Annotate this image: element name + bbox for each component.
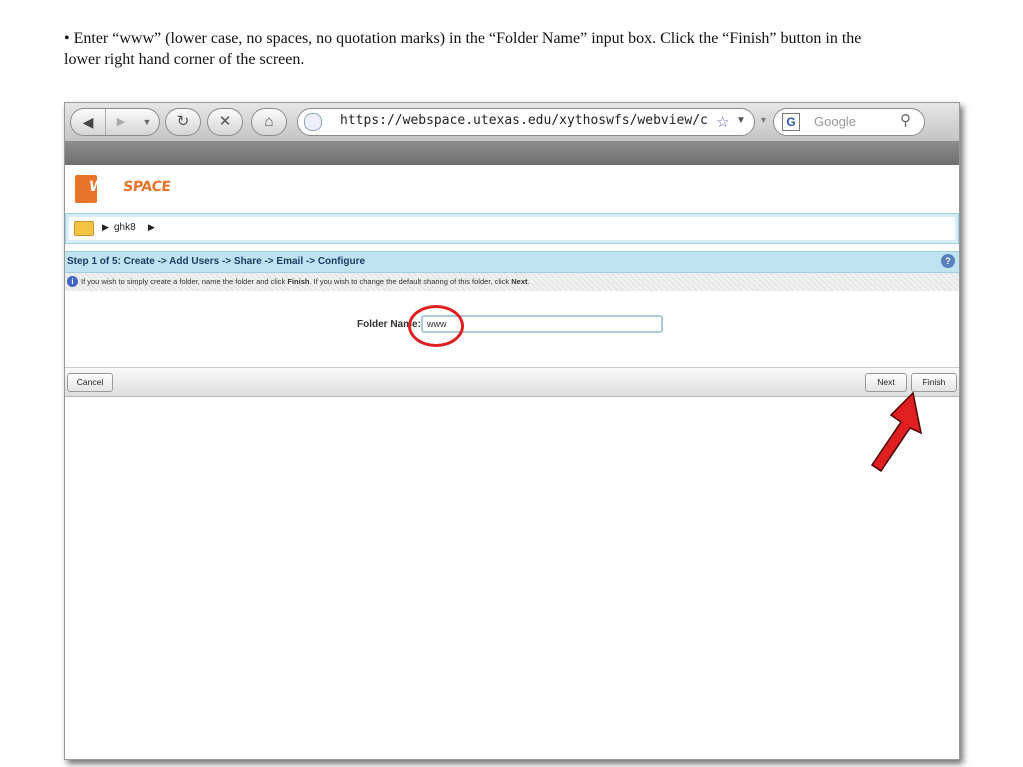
wizard-step-bar: Step 1 of 5: Create -> Add Users -> Shar…: [65, 251, 959, 273]
wizard-button-bar: Cancel Next Finish: [65, 367, 959, 397]
home-button[interactable]: ⌂: [251, 108, 287, 136]
folder-icon[interactable]: [74, 221, 94, 236]
browser-toolbar: ◀ ▶ ▼ ↻ ✕ ⌂ https://webspace.utexas.edu/…: [65, 103, 959, 142]
reload-button[interactable]: ↻: [165, 108, 201, 136]
finish-button[interactable]: Finish: [911, 373, 957, 392]
feed-dropdown-icon[interactable]: ▾: [761, 115, 766, 126]
back-button[interactable]: ◀: [71, 109, 106, 135]
info-bar: i If you wish to simply create a folder,…: [65, 273, 959, 291]
bookmark-star-icon[interactable]: ☆: [716, 113, 729, 131]
back-arrow-icon: ◀: [82, 114, 94, 130]
red-arrow-shape: [870, 391, 923, 473]
browser-window: ◀ ▶ ▼ ↻ ✕ ⌂ https://webspace.utexas.edu/…: [64, 102, 960, 760]
home-icon: ⌂: [264, 113, 274, 130]
breadcrumb-item-ghk8[interactable]: ghk8: [114, 222, 136, 233]
browser-tab-strip: [65, 142, 959, 165]
url-dropdown-icon[interactable]: ▼: [736, 115, 746, 126]
forward-arrow-icon: ▶: [116, 116, 126, 128]
info-icon: i: [67, 276, 78, 287]
search-engine-icon[interactable]: G: [782, 113, 800, 131]
help-icon[interactable]: ?: [941, 254, 955, 268]
wizard-step-text: Step 1 of 5: Create -> Add Users -> Shar…: [67, 256, 366, 267]
site-identity-icon[interactable]: [304, 113, 322, 131]
nav-button-group: ◀ ▶ ▼: [70, 108, 160, 136]
search-box[interactable]: G Google ⚲: [773, 108, 925, 136]
chevron-down-icon: ▼: [142, 117, 152, 127]
cancel-button[interactable]: Cancel: [67, 373, 113, 392]
close-icon: ✕: [218, 113, 232, 130]
next-button[interactable]: Next: [865, 373, 907, 392]
history-dropdown-button[interactable]: ▼: [137, 109, 157, 135]
logo-text: WEBSPACE: [88, 179, 172, 195]
forward-button[interactable]: ▶: [106, 109, 136, 135]
reload-icon: ↻: [176, 113, 190, 130]
breadcrumb-arrow-icon[interactable]: ▶: [148, 222, 155, 233]
breadcrumb-arrow-icon: ▶: [102, 222, 109, 232]
url-bar[interactable]: https://webspace.utexas.edu/xythoswfs/we…: [297, 108, 755, 136]
info-text: If you wish to simply create a folder, n…: [81, 277, 530, 286]
breadcrumb: ▶ ghk8 ▶: [65, 213, 959, 244]
instruction-text: • Enter “www” (lower case, no spaces, no…: [64, 30, 862, 68]
stop-button[interactable]: ✕: [207, 108, 243, 136]
red-arrow-icon: [870, 391, 923, 473]
search-icon[interactable]: ⚲: [900, 111, 911, 129]
webspace-logo: WEBSPACE: [75, 173, 171, 203]
app-header: WEBSPACE: [65, 165, 959, 213]
highlight-circle: [408, 305, 464, 347]
search-input[interactable]: Google: [814, 114, 856, 129]
url-text[interactable]: https://webspace.utexas.edu/xythoswfs/we…: [340, 113, 710, 128]
